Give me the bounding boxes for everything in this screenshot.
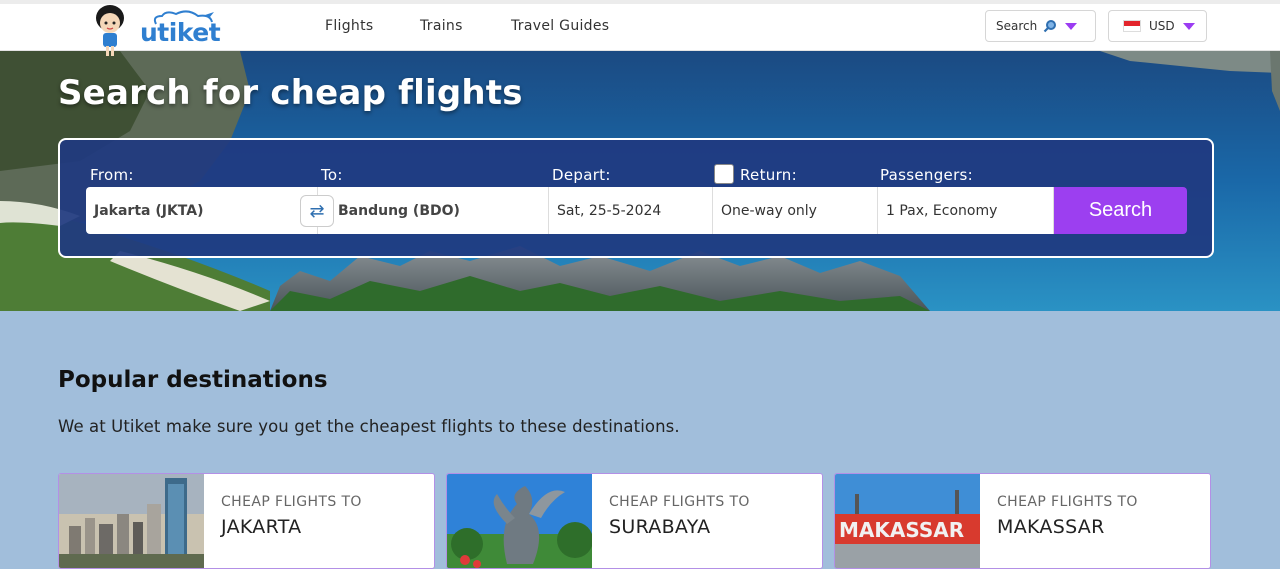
card-city: SURABAYA xyxy=(609,516,711,538)
mascot-icon xyxy=(96,5,124,56)
header-search-label: Search xyxy=(996,19,1038,33)
from-input[interactable]: Jakarta (JKTA) xyxy=(86,187,318,234)
site-header: utiket Flights Trains Travel Guides Sear… xyxy=(0,4,1280,56)
card-city: MAKASSAR xyxy=(997,516,1105,538)
to-input[interactable]: Bandung (BDO) xyxy=(318,187,549,234)
card-caption: CHEAP FLIGHTS TO xyxy=(997,494,1138,510)
passengers-input[interactable]: 1 Pax, Economy xyxy=(878,187,1054,234)
destination-card-surabaya[interactable]: CHEAP FLIGHTS TO SURABAYA xyxy=(446,473,823,569)
svg-text:MAKASSAR: MAKASSAR xyxy=(839,518,964,542)
swap-arrows-icon[interactable]: ⇄ xyxy=(300,195,334,227)
jakarta-skyline-image xyxy=(59,474,204,568)
search-flights-button[interactable]: Search xyxy=(1054,187,1187,234)
nav-travel-guides[interactable]: Travel Guides xyxy=(511,18,609,34)
magnifier-icon xyxy=(1043,20,1057,33)
destination-card-jakarta[interactable]: CHEAP FLIGHTS TO JAKARTA xyxy=(58,473,435,569)
popular-destinations-heading: Popular destinations xyxy=(58,367,328,393)
currency-selector[interactable]: USD xyxy=(1108,10,1207,42)
depart-date-input[interactable]: Sat, 25-5-2024 xyxy=(549,187,713,234)
hero-banner: Search for cheap flights From: To: Depar… xyxy=(0,51,1280,311)
nav-flights[interactable]: Flights xyxy=(325,18,373,34)
to-label: To: xyxy=(321,166,343,184)
destination-card-makassar[interactable]: MAKASSAR CHEAP FLIGHTS TO MAKASSAR xyxy=(834,473,1211,569)
makassar-sign-image: MAKASSAR xyxy=(835,474,980,568)
passengers-label: Passengers: xyxy=(880,166,974,184)
return-date-input[interactable]: One-way only xyxy=(713,187,878,234)
flight-search-form: From: To: Depart: Return: Passengers: Ja… xyxy=(58,138,1214,258)
depart-label: Depart: xyxy=(552,166,611,184)
return-checkbox[interactable] xyxy=(714,164,734,184)
caret-down-icon xyxy=(1182,22,1195,30)
logo-text: utiket xyxy=(140,18,221,47)
surabaya-monument-image xyxy=(447,474,592,568)
caret-down-icon xyxy=(1065,22,1078,30)
card-caption: CHEAP FLIGHTS TO xyxy=(221,494,362,510)
from-label: From: xyxy=(90,166,134,184)
hero-title: Search for cheap flights xyxy=(58,73,523,113)
card-caption: CHEAP FLIGHTS TO xyxy=(609,494,750,510)
header-search-button[interactable]: Search xyxy=(985,10,1096,42)
nav-trains[interactable]: Trains xyxy=(420,18,463,34)
popular-destinations-description: We at Utiket make sure you get the cheap… xyxy=(58,417,680,436)
utiket-logo[interactable]: utiket xyxy=(88,4,221,58)
card-city: JAKARTA xyxy=(221,516,302,538)
return-label: Return: xyxy=(740,166,797,184)
indonesia-flag-icon xyxy=(1123,20,1141,32)
currency-label: USD xyxy=(1149,19,1175,33)
